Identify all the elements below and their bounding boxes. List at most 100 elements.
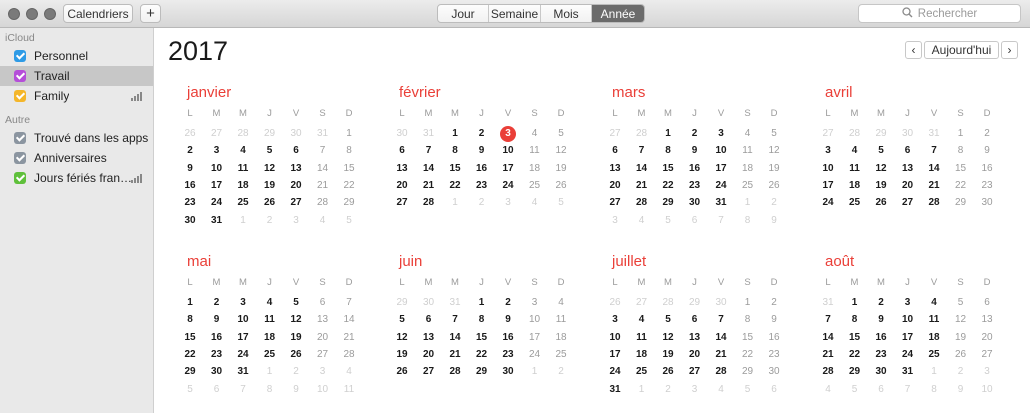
day-cell[interactable]: 22 (336, 179, 362, 193)
month-block[interactable]: juillet L M M J V S D 26 27 28 29 30 1 2 3 4 5 6 7 8 9 10 11 12 1… (609, 253, 797, 395)
day-cell[interactable]: 16 (177, 179, 203, 193)
day-cell[interactable]: 9 (761, 214, 787, 228)
day-cell[interactable]: 28 (230, 127, 256, 141)
day-cell[interactable]: 30 (204, 365, 230, 379)
day-cell[interactable]: 5 (177, 383, 203, 397)
day-cell[interactable]: 4 (257, 296, 283, 310)
day-cell[interactable]: 26 (655, 365, 681, 379)
day-cell[interactable]: 25 (522, 179, 548, 193)
day-cell[interactable]: 22 (469, 348, 495, 362)
day-cell[interactable]: 16 (469, 162, 495, 176)
day-cell[interactable]: 11 (921, 313, 947, 327)
day-cell[interactable]: 9 (283, 383, 309, 397)
day-cell[interactable]: 22 (177, 348, 203, 362)
day-cell[interactable]: 25 (842, 196, 868, 210)
day-cell[interactable]: 4 (735, 127, 761, 141)
calendar-item[interactable]: Anniversaires (0, 148, 153, 168)
month-block[interactable]: avril L M M J V S D 27 28 29 30 31 1 2 3 4 5 6 7 8 9 10 11 12 13 1… (822, 84, 1010, 224)
day-cell[interactable]: 1 (655, 127, 681, 141)
day-cell[interactable]: 23 (868, 348, 894, 362)
day-cell[interactable]: 7 (310, 144, 336, 158)
day-cell[interactable]: 15 (842, 331, 868, 345)
calendar-item[interactable]: Trouvé dans les apps (0, 128, 153, 148)
day-cell[interactable]: 5 (842, 383, 868, 397)
day-cell[interactable]: 20 (416, 348, 442, 362)
day-cell[interactable]: 18 (842, 179, 868, 193)
day-cell[interactable]: 30 (868, 365, 894, 379)
day-cell[interactable]: 2 (948, 365, 974, 379)
day-cell[interactable]: 9 (469, 144, 495, 158)
day-cell[interactable]: 12 (257, 162, 283, 176)
day-cell[interactable]: 19 (948, 331, 974, 345)
day-cell[interactable]: 5 (868, 144, 894, 158)
day-cell[interactable]: 12 (948, 313, 974, 327)
day-cell[interactable]: 3 (682, 383, 708, 397)
day-cell[interactable]: 25 (921, 348, 947, 362)
day-cell[interactable]: 14 (815, 331, 841, 345)
minimize-window-button[interactable] (26, 8, 38, 20)
day-cell[interactable]: 2 (655, 383, 681, 397)
day-cell[interactable]: 5 (761, 127, 787, 141)
day-cell[interactable]: 5 (548, 196, 574, 210)
day-cell[interactable]: 1 (735, 296, 761, 310)
day-cell[interactable]: 3 (815, 144, 841, 158)
day-cell[interactable]: 13 (974, 313, 1000, 327)
day-cell[interactable]: 12 (283, 313, 309, 327)
day-cell[interactable]: 3 (495, 196, 521, 210)
day-cell[interactable]: 10 (708, 144, 734, 158)
day-cell[interactable]: 15 (177, 331, 203, 345)
month-block[interactable]: février L M M J V S D 30 31 1 2 3 4 5 6 7 8 9 10 11 12 13 14 15 1… (396, 84, 584, 224)
day-cell[interactable]: 1 (230, 214, 256, 228)
day-cell[interactable]: 29 (257, 127, 283, 141)
day-cell[interactable]: 29 (682, 296, 708, 310)
day-cell[interactable]: 6 (389, 144, 415, 158)
day-cell[interactable]: 1 (921, 365, 947, 379)
day-cell[interactable]: 10 (895, 313, 921, 327)
day-cell[interactable]: 11 (257, 313, 283, 327)
day-cell[interactable]: 25 (735, 179, 761, 193)
day-cell[interactable]: 8 (735, 214, 761, 228)
day-cell[interactable]: 4 (522, 127, 548, 141)
calendars-button[interactable]: Calendriers (63, 4, 133, 23)
day-cell[interactable]: 23 (682, 179, 708, 193)
day-cell[interactable]: 17 (895, 331, 921, 345)
day-cell[interactable]: 5 (655, 313, 681, 327)
day-cell[interactable]: 6 (682, 313, 708, 327)
day-cell[interactable]: 20 (389, 179, 415, 193)
day-cell[interactable]: 10 (310, 383, 336, 397)
calendar-checkbox[interactable] (14, 50, 26, 62)
day-cell[interactable]: 31 (442, 296, 468, 310)
day-cell[interactable]: 4 (629, 313, 655, 327)
day-cell[interactable]: 29 (948, 196, 974, 210)
day-cell[interactable]: 2 (548, 365, 574, 379)
day-cell[interactable]: 28 (815, 365, 841, 379)
month-name[interactable]: mars (612, 84, 645, 101)
day-cell[interactable]: 24 (602, 365, 628, 379)
day-cell[interactable]: 11 (735, 144, 761, 158)
day-cell[interactable]: 1 (469, 296, 495, 310)
day-cell[interactable]: 17 (522, 331, 548, 345)
day-cell[interactable]: 10 (522, 313, 548, 327)
day-cell[interactable]: 26 (868, 196, 894, 210)
day-cell[interactable]: 23 (204, 348, 230, 362)
day-cell[interactable]: 31 (921, 127, 947, 141)
day-cell[interactable]: 3 (708, 127, 734, 141)
day-cell[interactable]: 27 (602, 196, 628, 210)
month-block[interactable]: janvier L M M J V S D 26 27 28 29 30 31 1 2 3 4 5 6 7 8 9 10 11 1… (184, 84, 372, 226)
day-cell[interactable]: 3 (895, 296, 921, 310)
day-cell[interactable]: 28 (629, 196, 655, 210)
day-cell[interactable]: 18 (257, 331, 283, 345)
month-name[interactable]: juin (399, 253, 422, 270)
day-cell[interactable]: 6 (682, 214, 708, 228)
day-cell[interactable]: 7 (629, 144, 655, 158)
day-cell[interactable]: 19 (548, 162, 574, 176)
day-cell[interactable]: 7 (230, 383, 256, 397)
day-cell[interactable]: 7 (708, 214, 734, 228)
day-cell[interactable]: 10 (230, 313, 256, 327)
zoom-window-button[interactable] (44, 8, 56, 20)
day-cell[interactable]: 21 (310, 179, 336, 193)
day-cell[interactable]: 2 (469, 196, 495, 210)
day-cell[interactable]: 13 (602, 162, 628, 176)
day-cell[interactable]: 17 (204, 179, 230, 193)
calendar-checkbox[interactable] (14, 90, 26, 102)
